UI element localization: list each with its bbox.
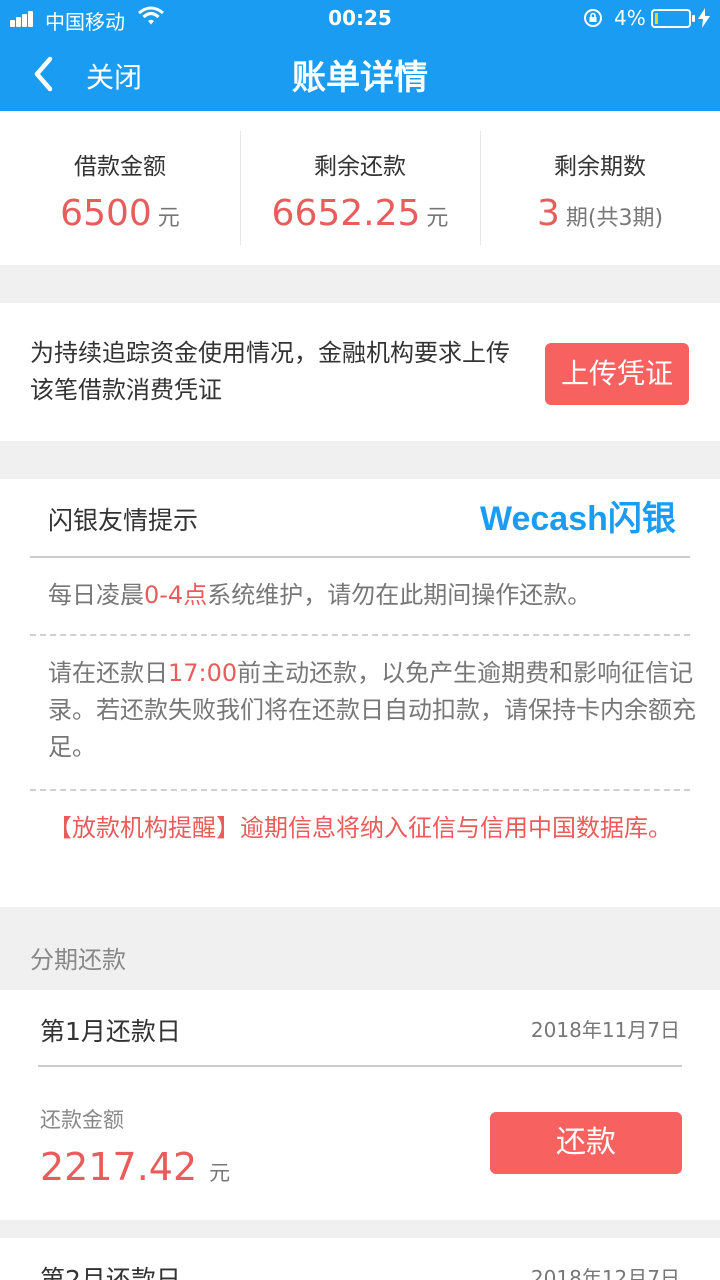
divider [30, 789, 690, 791]
installment-title: 第1月还款日 [40, 1017, 181, 1046]
divider [30, 556, 690, 558]
installments-section-title: 分期还款 [30, 946, 126, 974]
tips-card: 闪银友情提示 Wecash闪银 每日凌晨0-4点系统维护，请勿在此期间操作还款。… [0, 479, 720, 907]
tips-heading: 闪银友情提示 [48, 506, 199, 535]
charging-icon [698, 8, 710, 28]
summary-value: 6500 [60, 193, 152, 234]
tip-maintenance: 每日凌晨0-4点系统维护，请勿在此期间操作还款。 [48, 581, 592, 609]
installment-date: 2018年12月7日 [530, 1266, 680, 1280]
tip-repayment-time: 请在还款日17:00前主动还款，以免产生逾期费和影响征信记录。若还款失败我们将在… [48, 659, 696, 761]
summary-unit: 期(共3期) [565, 206, 664, 231]
installment-amount: 2217.42 [40, 1145, 198, 1189]
summary-remaining-amount: 剩余还款 6652.25 元 [240, 111, 480, 265]
summary-label: 借款金额 [74, 154, 166, 180]
summary-value: 3 [536, 193, 560, 234]
installment-card: 第2月还款日 2018年12月7日 [0, 1238, 720, 1280]
installment-unit: 元 [209, 1161, 231, 1185]
installment-title: 第2月还款日 [40, 1265, 181, 1280]
repay-button[interactable]: 还款 [490, 1112, 682, 1174]
status-time: 00:25 [328, 6, 392, 30]
summary-unit: 元 [157, 206, 180, 231]
app-header: 中国移动 00:25 4% 关闭 账单详情 [0, 0, 720, 111]
loan-summary: 借款金额 6500 元 剩余还款 6652.25 元 剩余期数 3 期(共3期) [0, 111, 720, 265]
svg-text:Wecash闪银: Wecash闪银 [480, 500, 676, 537]
rotation-lock-icon [584, 9, 602, 27]
installment-amount-label: 还款金额 [40, 1108, 124, 1132]
summary-loan-amount: 借款金额 6500 元 [0, 111, 240, 265]
summary-value: 6652.25 [271, 193, 421, 234]
summary-label: 剩余期数 [554, 154, 646, 180]
wecash-logo: Wecash闪银 [480, 500, 676, 537]
battery-icon [651, 9, 695, 28]
upload-voucher-button[interactable]: 上传凭证 [545, 343, 689, 405]
summary-remaining-periods: 剩余期数 3 期(共3期) [480, 111, 720, 265]
installment-card: 第1月还款日 2018年11月7日 还款金额 2217.42 元 还款 [0, 990, 720, 1220]
tip-lender-warning: 【放款机构提醒】逾期信息将纳入征信与信用中国数据库。 [48, 814, 672, 842]
summary-label: 剩余还款 [314, 154, 406, 180]
upload-message: 为持续追踪资金使用情况，金融机构要求上传该笔借款消费凭证 [30, 339, 510, 404]
status-bar: 中国移动 00:25 4% [0, 0, 720, 36]
page-title: 账单详情 [292, 58, 428, 98]
battery-percent: 4% [614, 6, 646, 30]
divider [38, 1065, 682, 1067]
summary-unit: 元 [426, 206, 449, 231]
divider [30, 634, 690, 636]
installment-date: 2018年11月7日 [530, 1018, 680, 1042]
